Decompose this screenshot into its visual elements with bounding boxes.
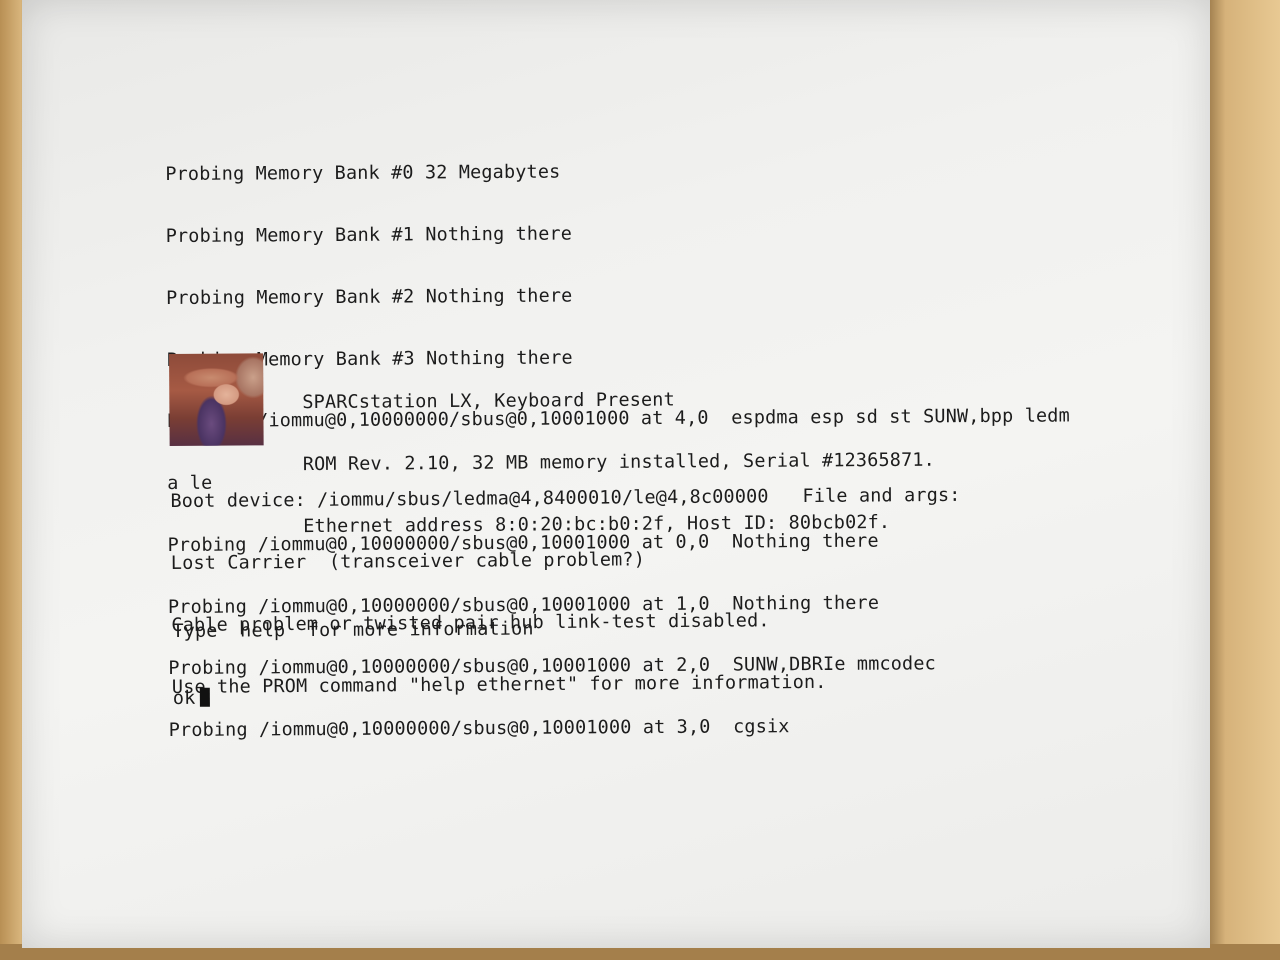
help-hint: Type help for more information xyxy=(172,618,534,642)
crt-screen: Probing Memory Bank #0 32 Megabytes Prob… xyxy=(22,0,1210,948)
command-line[interactable]: ok xyxy=(172,684,534,709)
console-line: Probing Memory Bank #0 32 Megabytes xyxy=(165,161,561,186)
console-line: Probing Memory Bank #2 Nothing there xyxy=(166,285,573,309)
console-line: Probing Memory Bank #1 Nothing there xyxy=(165,223,573,247)
boot-error-line: Lost Carrier (transceiver cable problem?… xyxy=(170,549,646,574)
boot-device-line: Boot device: /iommu/sbus/ledma@4,8400010… xyxy=(170,484,961,513)
monitor-bezel-right xyxy=(1202,0,1280,960)
ok-prompt: ok xyxy=(172,687,196,709)
system-banner: SPARCstation LX, Keyboard Present ROM Re… xyxy=(169,345,1150,537)
banner-line-model: SPARCstation LX, Keyboard Present xyxy=(302,389,675,413)
lena-portrait-icon xyxy=(169,353,264,446)
text-cursor xyxy=(199,687,210,707)
prom-prompt-area[interactable]: Type help for more information ok xyxy=(172,571,534,753)
